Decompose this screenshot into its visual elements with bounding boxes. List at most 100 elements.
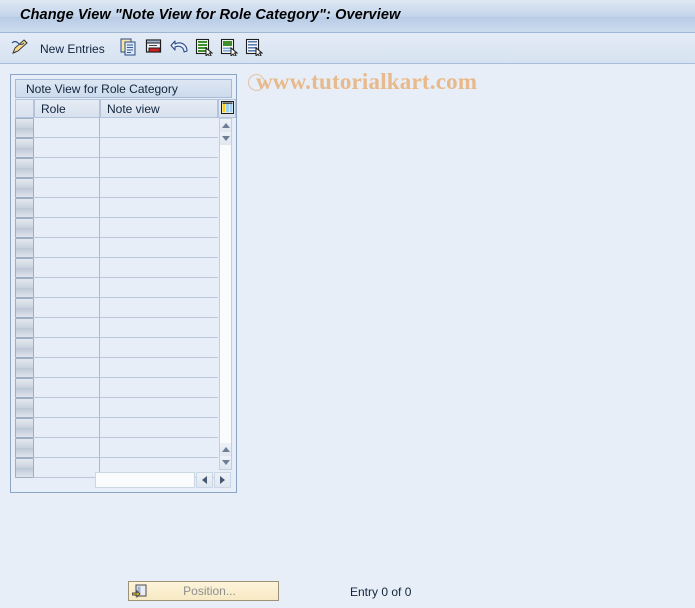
cell-note-view[interactable] [100,378,218,398]
table-row[interactable] [15,438,218,458]
table-row[interactable] [15,118,218,138]
cell-note-view[interactable] [100,418,218,438]
table-row[interactable] [15,218,218,238]
table-row[interactable] [15,158,218,178]
cell-note-view[interactable] [100,138,218,158]
delete-button[interactable] [145,33,163,64]
row-select-button[interactable] [15,138,34,158]
new-entries-button[interactable]: New Entries [40,33,105,64]
table-row[interactable] [15,358,218,378]
row-select-button[interactable] [15,438,34,458]
cell-note-view[interactable] [100,238,218,258]
table-settings-button[interactable] [218,99,236,118]
cell-role[interactable] [34,378,100,398]
cell-role[interactable] [34,458,100,478]
cell-role[interactable] [34,198,100,218]
cell-note-view[interactable] [100,158,218,178]
cell-role[interactable] [34,178,100,198]
cell-note-view[interactable] [100,318,218,338]
row-select-button[interactable] [15,218,34,238]
table-row[interactable] [15,258,218,278]
deselect-all-button[interactable] [245,33,264,64]
row-select-button[interactable] [15,198,34,218]
row-select-button[interactable] [15,118,34,138]
row-select-button[interactable] [15,358,34,378]
table-row[interactable] [15,138,218,158]
select-all-button[interactable] [195,33,214,64]
position-button-label: Position... [183,584,236,598]
cell-note-view[interactable] [100,258,218,278]
row-select-button[interactable] [15,278,34,298]
table-row[interactable] [15,238,218,258]
cell-role[interactable] [34,158,100,178]
row-select-button[interactable] [15,458,34,478]
vertical-scrollbar[interactable] [219,118,232,470]
scroll-right-button[interactable] [214,472,231,488]
row-select-button[interactable] [15,338,34,358]
cell-role[interactable] [34,218,100,238]
scroll-left-button[interactable] [196,472,213,488]
cell-note-view[interactable] [100,218,218,238]
row-select-button[interactable] [15,258,34,278]
cell-note-view[interactable] [100,438,218,458]
table-row[interactable] [15,418,218,438]
select-block-button[interactable] [220,33,239,64]
cell-note-view[interactable] [100,118,218,138]
cell-role[interactable] [34,298,100,318]
row-select-button[interactable] [15,318,34,338]
table-row[interactable] [15,338,218,358]
cell-role[interactable] [34,398,100,418]
cell-note-view[interactable] [100,198,218,218]
table-row[interactable] [15,298,218,318]
copy-as-button[interactable] [120,33,138,64]
row-select-button[interactable] [15,418,34,438]
edit-button[interactable] [10,33,30,64]
column-header-note-view[interactable]: Note view [100,99,218,118]
cell-note-view[interactable] [100,398,218,418]
application-toolbar: New Entries www.tutorialkart.com [0,33,695,94]
cell-role[interactable] [34,278,100,298]
row-select-button[interactable] [15,158,34,178]
horizontal-scrollbar-track[interactable] [95,472,195,488]
cell-role[interactable] [34,258,100,278]
row-select-button[interactable] [15,298,34,318]
cell-note-view[interactable] [100,178,218,198]
row-select-button[interactable] [15,398,34,418]
triangle-right-icon [220,476,225,484]
scroll-page-up-button[interactable] [220,132,231,145]
table-row[interactable] [15,318,218,338]
cell-role[interactable] [34,118,100,138]
cell-role[interactable] [34,338,100,358]
scroll-page-down-button[interactable] [220,443,231,456]
row-select-button[interactable] [15,178,34,198]
cell-role[interactable] [34,318,100,338]
row-select-button[interactable] [15,378,34,398]
table-row[interactable] [15,278,218,298]
triangle-up-icon [221,123,230,128]
table-row[interactable] [15,198,218,218]
row-select-button[interactable] [15,238,34,258]
entry-status-text: Entry 0 of 0 [350,585,412,599]
table-caption: Note View for Role Category [15,79,232,98]
select-block-icon [220,38,239,59]
cell-note-view[interactable] [100,298,218,318]
table-row[interactable] [15,378,218,398]
scroll-down-button[interactable] [220,456,231,469]
cell-note-view[interactable] [100,338,218,358]
cell-role[interactable] [34,438,100,458]
scroll-up-button[interactable] [220,119,231,132]
position-button[interactable]: Position... [128,581,279,601]
new-entries-label: New Entries [40,41,105,56]
cell-role[interactable] [34,138,100,158]
cell-note-view[interactable] [100,278,218,298]
cell-note-view[interactable] [100,358,218,378]
undo-button[interactable] [170,33,190,64]
cell-role[interactable] [34,358,100,378]
column-header-role[interactable]: Role [34,99,100,118]
deselect-all-icon [245,38,264,59]
table-row[interactable] [15,398,218,418]
select-all-rows-corner[interactable] [15,99,34,118]
table-row[interactable] [15,178,218,198]
cell-role[interactable] [34,238,100,258]
cell-role[interactable] [34,418,100,438]
